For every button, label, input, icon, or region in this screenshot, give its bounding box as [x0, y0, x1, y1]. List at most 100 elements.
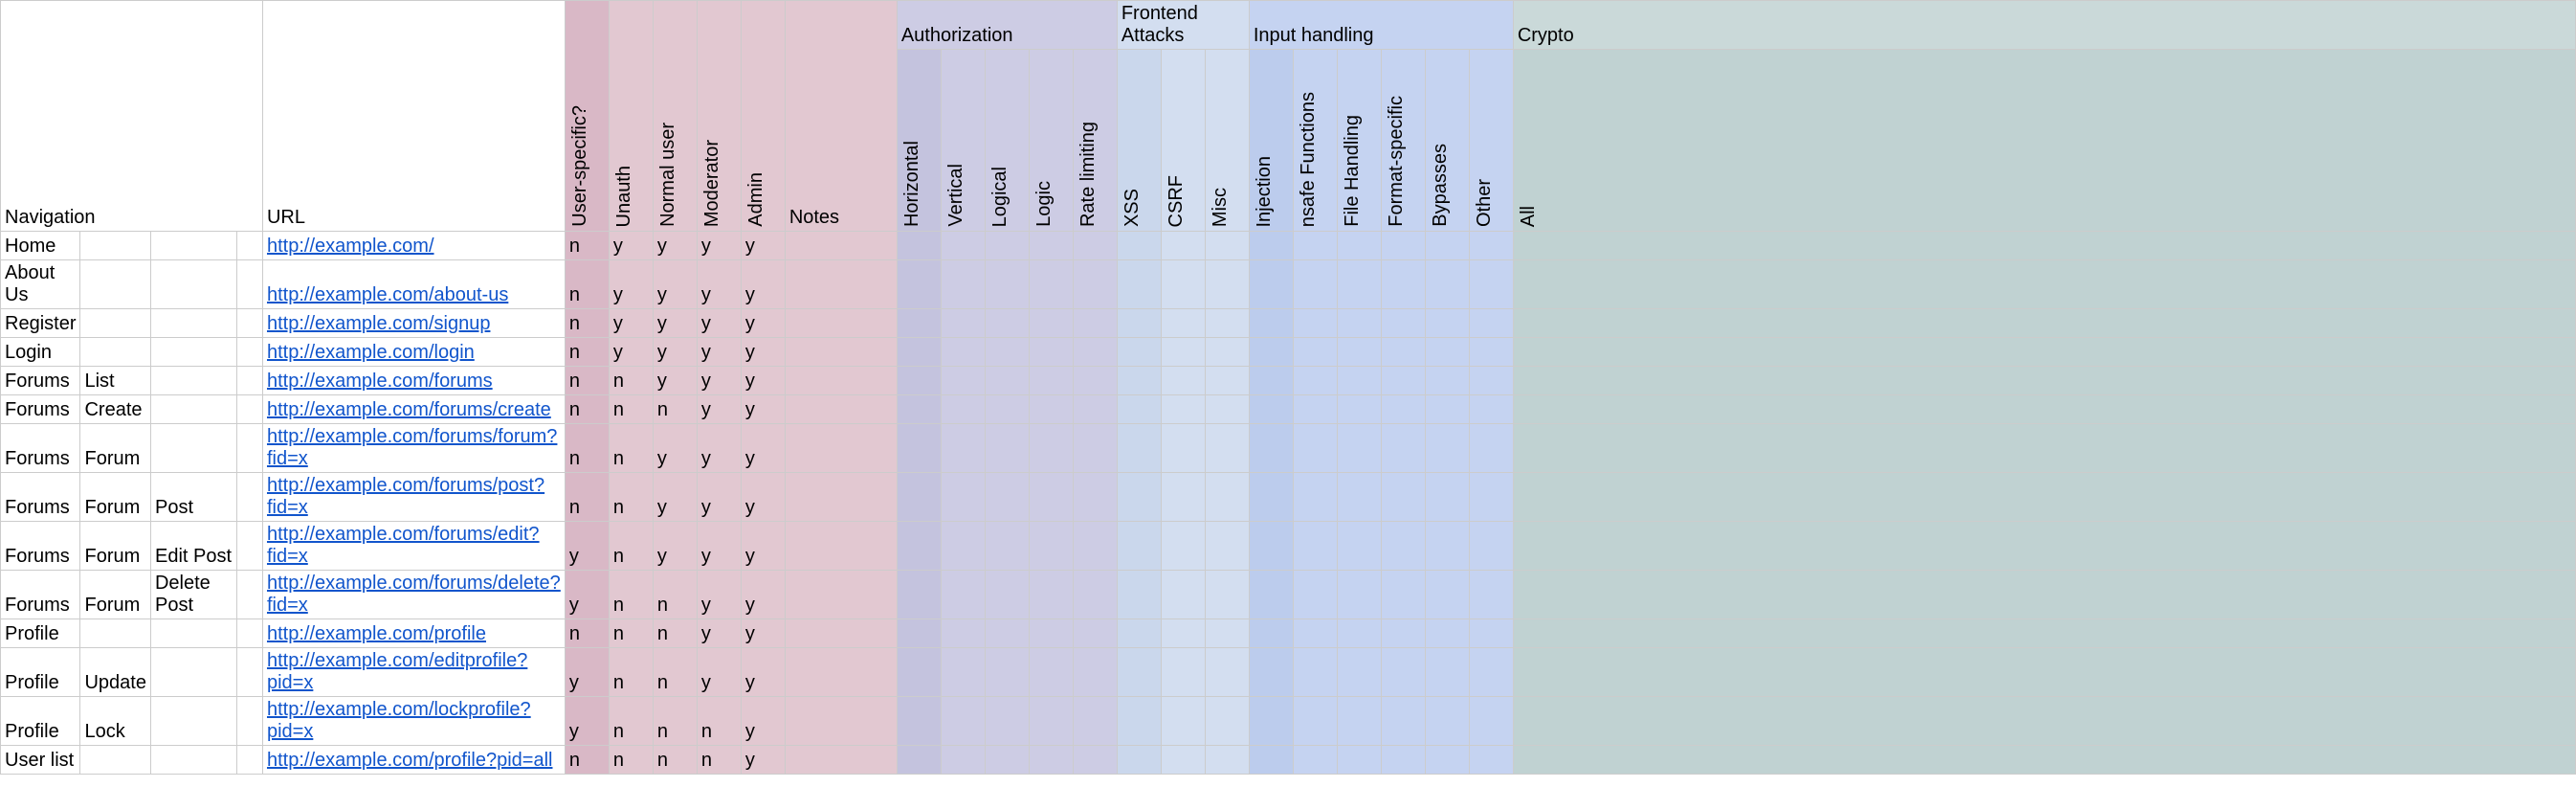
flag-cell: n — [565, 367, 609, 395]
auth-cell — [897, 697, 941, 746]
frontend-cell — [1117, 571, 1161, 619]
input-cell — [1293, 424, 1337, 473]
url-link[interactable]: http://example.com/signup — [267, 313, 490, 334]
auth-cell — [897, 746, 941, 775]
frontend-cell — [1161, 619, 1205, 648]
flag-cell: y — [741, 424, 785, 473]
unsafe-functions-header: nsafe Functions — [1293, 50, 1337, 232]
input-cell — [1293, 395, 1337, 424]
notes-cell — [785, 395, 897, 424]
misc-header: Misc — [1205, 50, 1249, 232]
nav-cell — [150, 260, 236, 309]
nav-cell: Profile — [1, 648, 80, 697]
url-link[interactable]: http://example.com/forums/create — [267, 399, 551, 420]
frontend-cell — [1161, 367, 1205, 395]
nav-cell — [236, 697, 262, 746]
input-cell — [1425, 697, 1469, 746]
header-group-row: Navigation URL User-specific? Unauth Nor… — [1, 1, 2576, 50]
auth-cell — [897, 522, 941, 571]
input-cell — [1293, 571, 1337, 619]
logic-header: Logic — [1029, 50, 1073, 232]
nav-cell: User list — [1, 746, 80, 775]
url-cell: http://example.com/forums/forum?fid=x — [262, 424, 565, 473]
nav-cell — [236, 473, 262, 522]
frontend-cell — [1161, 395, 1205, 424]
frontend-cell — [1117, 260, 1161, 309]
url-link[interactable]: http://example.com/forums/post?fid=x — [267, 475, 544, 518]
auth-cell — [1073, 424, 1117, 473]
nav-cell: Forum — [80, 473, 151, 522]
url-cell: http://example.com/login — [262, 338, 565, 367]
nav-cell — [150, 395, 236, 424]
auth-cell — [941, 309, 985, 338]
flag-cell: n — [565, 395, 609, 424]
input-cell — [1469, 424, 1513, 473]
url-link[interactable]: http://example.com/editprofile?pid=x — [267, 650, 527, 693]
flag-cell: y — [565, 571, 609, 619]
url-link[interactable]: http://example.com/forums — [267, 371, 493, 392]
url-link[interactable]: http://example.com/forums/edit?fid=x — [267, 524, 540, 567]
auth-cell — [1073, 697, 1117, 746]
url-link[interactable]: http://example.com/ — [267, 236, 434, 257]
auth-cell — [897, 473, 941, 522]
auth-cell — [941, 473, 985, 522]
nav-cell — [150, 367, 236, 395]
input-cell — [1249, 619, 1293, 648]
url-link[interactable]: http://example.com/profile — [267, 623, 486, 644]
flag-cell: y — [741, 746, 785, 775]
auth-cell — [897, 309, 941, 338]
format-specific-header: Format-specific — [1381, 50, 1425, 232]
auth-cell — [1029, 697, 1073, 746]
input-cell — [1425, 648, 1469, 697]
nav-cell — [150, 338, 236, 367]
nav-cell: Forums — [1, 424, 80, 473]
file-handling-header: File Handling — [1337, 50, 1381, 232]
input-cell — [1469, 367, 1513, 395]
flag-cell: y — [741, 697, 785, 746]
nav-cell: About Us — [1, 260, 80, 309]
injection-header: Injection — [1249, 50, 1293, 232]
url-link[interactable]: http://example.com/about-us — [267, 284, 508, 305]
frontend-cell — [1161, 571, 1205, 619]
input-cell — [1249, 395, 1293, 424]
auth-cell — [897, 395, 941, 424]
auth-cell — [1029, 232, 1073, 260]
crypto-cell — [1513, 619, 2575, 648]
auth-cell — [897, 619, 941, 648]
frontend-cell — [1205, 232, 1249, 260]
auth-cell — [1073, 260, 1117, 309]
input-cell — [1249, 522, 1293, 571]
crypto-cell — [1513, 395, 2575, 424]
url-cell: http://example.com/editprofile?pid=x — [262, 648, 565, 697]
input-cell — [1249, 232, 1293, 260]
nav-cell: List — [80, 367, 151, 395]
input-cell — [1381, 367, 1425, 395]
auth-cell — [985, 473, 1029, 522]
url-link[interactable]: http://example.com/lockprofile?pid=x — [267, 699, 531, 742]
auth-cell — [941, 746, 985, 775]
table-row: ForumsListhttp://example.com/forumsnnyyy — [1, 367, 2576, 395]
auth-cell — [985, 571, 1029, 619]
input-cell — [1425, 260, 1469, 309]
flag-cell: n — [697, 697, 741, 746]
notes-cell — [785, 522, 897, 571]
url-link[interactable]: http://example.com/login — [267, 342, 475, 363]
auth-cell — [941, 697, 985, 746]
url-link[interactable]: http://example.com/profile?pid=all — [267, 750, 553, 771]
input-cell — [1249, 473, 1293, 522]
nav-cell — [80, 309, 151, 338]
url-link[interactable]: http://example.com/forums/forum?fid=x — [267, 426, 557, 469]
flag-cell: n — [653, 395, 697, 424]
auth-cell — [1073, 232, 1117, 260]
auth-cell — [941, 338, 985, 367]
frontend-cell — [1117, 367, 1161, 395]
flag-cell: y — [697, 619, 741, 648]
url-cell: http://example.com/signup — [262, 309, 565, 338]
flag-cell: n — [609, 424, 653, 473]
input-cell — [1469, 395, 1513, 424]
url-link[interactable]: http://example.com/forums/delete?fid=x — [267, 573, 561, 616]
auth-cell — [897, 338, 941, 367]
auth-cell — [1029, 367, 1073, 395]
url-cell: http://example.com/forums/post?fid=x — [262, 473, 565, 522]
frontend-cell — [1161, 424, 1205, 473]
